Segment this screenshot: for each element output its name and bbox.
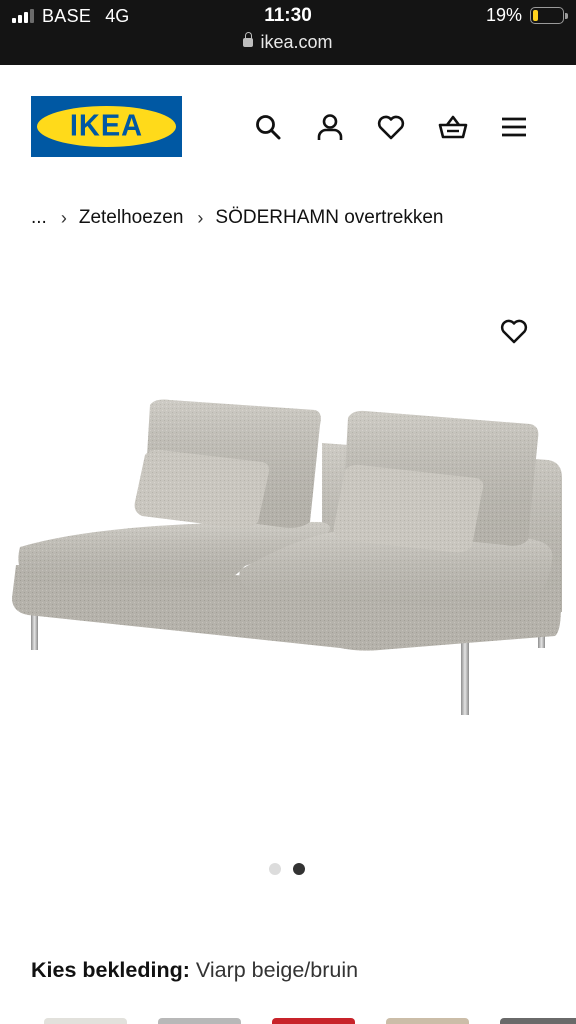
- breadcrumb-separator: ›: [197, 207, 204, 228]
- menu-button[interactable]: [494, 108, 534, 146]
- search-button[interactable]: [248, 108, 288, 146]
- ikea-logo[interactable]: IKEA: [31, 96, 182, 157]
- account-icon: [317, 114, 342, 140]
- wishlist-button[interactable]: [371, 108, 411, 146]
- upholstery-selector[interactable]: Kies bekleding: Viarp beige/bruin: [31, 958, 358, 983]
- upholstery-swatch[interactable]: [500, 1018, 576, 1024]
- battery-percent: 19%: [485, 5, 522, 25]
- basket-icon: [438, 115, 467, 139]
- battery-icon: [530, 7, 568, 24]
- upholstery-label: Kies bekleding:: [31, 958, 190, 982]
- address-bar[interactable]: ikea.com: [0, 32, 576, 53]
- search-icon: [256, 115, 281, 140]
- upholstery-swatches: [44, 1018, 576, 1024]
- breadcrumb-item-zetelhoezen[interactable]: Zetelhoezen: [79, 207, 184, 229]
- carousel-dot[interactable]: [269, 863, 281, 875]
- breadcrumb-separator: ›: [60, 207, 67, 228]
- menu-icon: [502, 117, 526, 137]
- add-to-wishlist-button[interactable]: [498, 316, 530, 346]
- status-right: 19%: [485, 5, 568, 26]
- upholstery-swatch[interactable]: [386, 1018, 469, 1024]
- image-carousel-dots: [269, 863, 305, 875]
- upholstery-swatch[interactable]: [158, 1018, 241, 1024]
- url-text: ikea.com: [260, 32, 333, 52]
- lock-icon: [243, 32, 254, 47]
- breadcrumb-item-current[interactable]: SÖDERHAMN overtrekken: [215, 207, 443, 229]
- status-bar: BASE 4G 11:30 19% ikea.com: [0, 0, 576, 65]
- upholstery-swatch[interactable]: [272, 1018, 355, 1024]
- breadcrumb-ellipsis[interactable]: ...: [31, 207, 47, 229]
- upholstery-value: Viarp beige/bruin: [195, 958, 359, 982]
- heart-icon: [500, 319, 528, 344]
- sofa-image[interactable]: [0, 290, 576, 830]
- upholstery-swatch[interactable]: [44, 1018, 127, 1024]
- breadcrumb: ... › Zetelhoezen › SÖDERHAMN overtrekke…: [31, 207, 443, 229]
- basket-button[interactable]: [433, 108, 473, 146]
- header-actions: [248, 108, 556, 146]
- logo-oval: IKEA: [37, 106, 176, 147]
- logo-text: IKEA: [69, 109, 144, 143]
- wishlist-icon: [377, 115, 405, 140]
- account-button[interactable]: [310, 108, 350, 146]
- battery-fill: [533, 10, 539, 21]
- carousel-dot[interactable]: [293, 863, 305, 875]
